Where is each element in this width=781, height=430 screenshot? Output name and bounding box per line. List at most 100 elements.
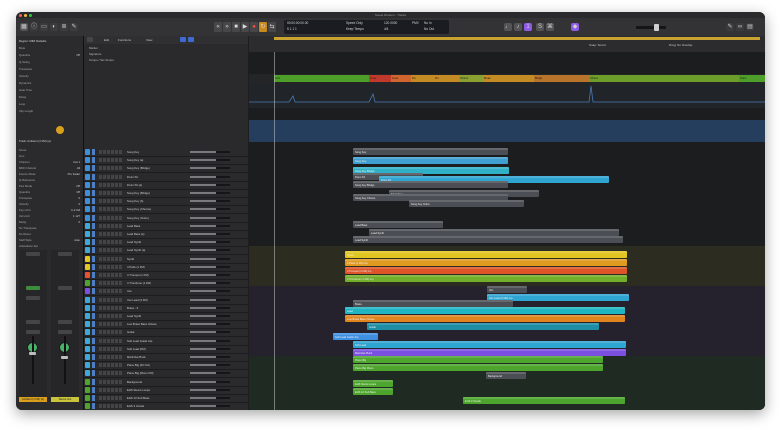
solo-button[interactable] [103,371,106,376]
input-monitor-button[interactable] [111,273,114,277]
track-volume-slider[interactable] [190,397,230,399]
marker[interactable]: Break [483,75,534,82]
region[interactable]: EHS Stems Loops [353,380,393,387]
input-monitor-button[interactable] [111,281,114,286]
lock-button[interactable] [119,174,122,179]
automation-read[interactable] [26,330,40,334]
solo-button[interactable] [103,166,106,171]
inspector-row-value[interactable]: Off [76,184,80,188]
track-name[interactable]: 4 Trumpet (1 FM) [127,271,175,279]
marker[interactable]: Chorus [459,75,483,82]
record-enable-button[interactable] [107,404,110,409]
record-enable-button[interactable] [107,232,110,236]
record-enable-button[interactable] [107,330,110,335]
lock-button[interactable] [119,371,122,376]
marker[interactable]: Verse [369,75,391,82]
output-slot[interactable] [26,320,40,324]
mute-button[interactable] [99,264,102,269]
snap-menu[interactable]: Snap: Smart [589,43,606,47]
mute-button[interactable] [99,371,102,376]
lock-button[interactable] [119,338,122,343]
track-volume-slider[interactable] [190,241,230,244]
global-track[interactable]: Signature [89,52,245,57]
solo-button[interactable] [103,191,106,195]
region[interactable]: Piano Big Mono [353,364,603,371]
record-enable-button[interactable] [107,240,110,245]
solo-button[interactable] [103,396,106,400]
freeze-button[interactable] [115,207,118,212]
solo-button[interactable] [103,273,106,277]
record-enable-button[interactable] [107,305,110,310]
drag-menu[interactable]: Drag: No Overlap [669,43,692,47]
solo-button[interactable] [103,207,106,212]
track-name[interactable]: EHS Stems Loops [127,386,175,394]
input-monitor-button[interactable] [111,207,114,212]
lock-button[interactable] [119,330,122,335]
input-monitor-button[interactable] [111,166,114,171]
lock-button[interactable] [119,396,122,400]
track-volume-slider[interactable] [190,151,230,153]
autopunch-icon[interactable]: ◆ [571,23,579,31]
track-volume-slider[interactable] [190,388,230,391]
region[interactable]: Brass [353,300,513,307]
solo-button[interactable] [103,338,106,343]
solo-button[interactable] [103,404,106,409]
inspector-row-value[interactable]: All [77,166,80,170]
master-volume-slider[interactable] [636,24,666,31]
track-volume-slider[interactable] [190,315,230,317]
marker[interactable]: Pre [411,75,434,82]
tracks-area[interactable]: Snap: Smart Drag: No Overlap Intro Verse V… [249,36,765,410]
track-name[interactable]: EHS 3 Vocals [127,402,175,410]
lock-button[interactable] [119,404,122,409]
editors-icon[interactable]: ✎ [70,23,78,31]
track-volume-slider[interactable] [190,323,230,326]
mute-button[interactable] [99,396,102,400]
mute-button[interactable] [99,174,102,179]
region-inspector-header[interactable]: Region: MIDI Defaults [19,39,46,43]
lcd-display[interactable]: 00:00:00:00.00 5 1 1 1 Speed Only Keep T… [284,20,449,34]
input-monitor-button[interactable] [111,215,114,220]
track-volume-slider[interactable] [190,356,230,358]
track-name[interactable]: Song Key (Outro) [127,214,175,222]
solo-button[interactable] [103,330,106,335]
region[interactable]: Piano Big [353,356,603,363]
freeze-button[interactable] [115,174,118,179]
track-name[interactable]: EHS 10 Sub Bass [127,394,175,402]
freeze-button[interactable] [115,396,118,400]
mute-button[interactable] [99,281,102,286]
track-name[interactable]: Piano Big (20 Oct) [127,361,175,369]
record-enable-button[interactable] [107,289,110,294]
region[interactable]: Soft Lead [353,341,626,348]
region[interactable]: 4 Pads (1 FM).mp [345,259,627,266]
cycle-range[interactable] [274,37,760,40]
region[interactable]: Song Key [353,157,508,164]
track-inspector-header[interactable]: Track: Ambient (1 FM) (a) [19,139,51,143]
record-enable-button[interactable] [107,199,110,204]
solo-button[interactable] [103,264,106,269]
region[interactable]: Marimba Pluck [353,349,626,356]
inspector-row-value[interactable]: Off [76,190,80,194]
loop-browser-icon[interactable]: ∞ [736,23,744,31]
region[interactable]: Song Key [353,148,508,155]
track-volume-slider[interactable] [190,233,230,235]
lock-button[interactable] [119,240,122,245]
track-volume-slider[interactable] [190,347,230,350]
track-volume-slider[interactable] [190,249,230,252]
marker[interactable]: Chorus [589,75,739,82]
lock-button[interactable] [119,199,122,204]
inspector-row-value[interactable]: Inst 1 [73,160,80,164]
track-volume-slider[interactable] [190,339,230,342]
input-monitor-button[interactable] [111,379,114,384]
input-monitor-button[interactable] [111,174,114,179]
input-monitor-button[interactable] [111,297,114,302]
solo-button[interactable] [103,223,106,228]
lock-button[interactable] [119,150,122,154]
record-enable-button[interactable] [107,215,110,220]
freeze-button[interactable] [115,199,118,204]
solo-button[interactable] [103,215,106,220]
lock-button[interactable] [119,207,122,212]
lock-button[interactable] [119,256,122,261]
freeze-button[interactable] [115,240,118,245]
setting-button[interactable] [26,252,40,256]
input-monitor-button[interactable] [111,248,114,253]
